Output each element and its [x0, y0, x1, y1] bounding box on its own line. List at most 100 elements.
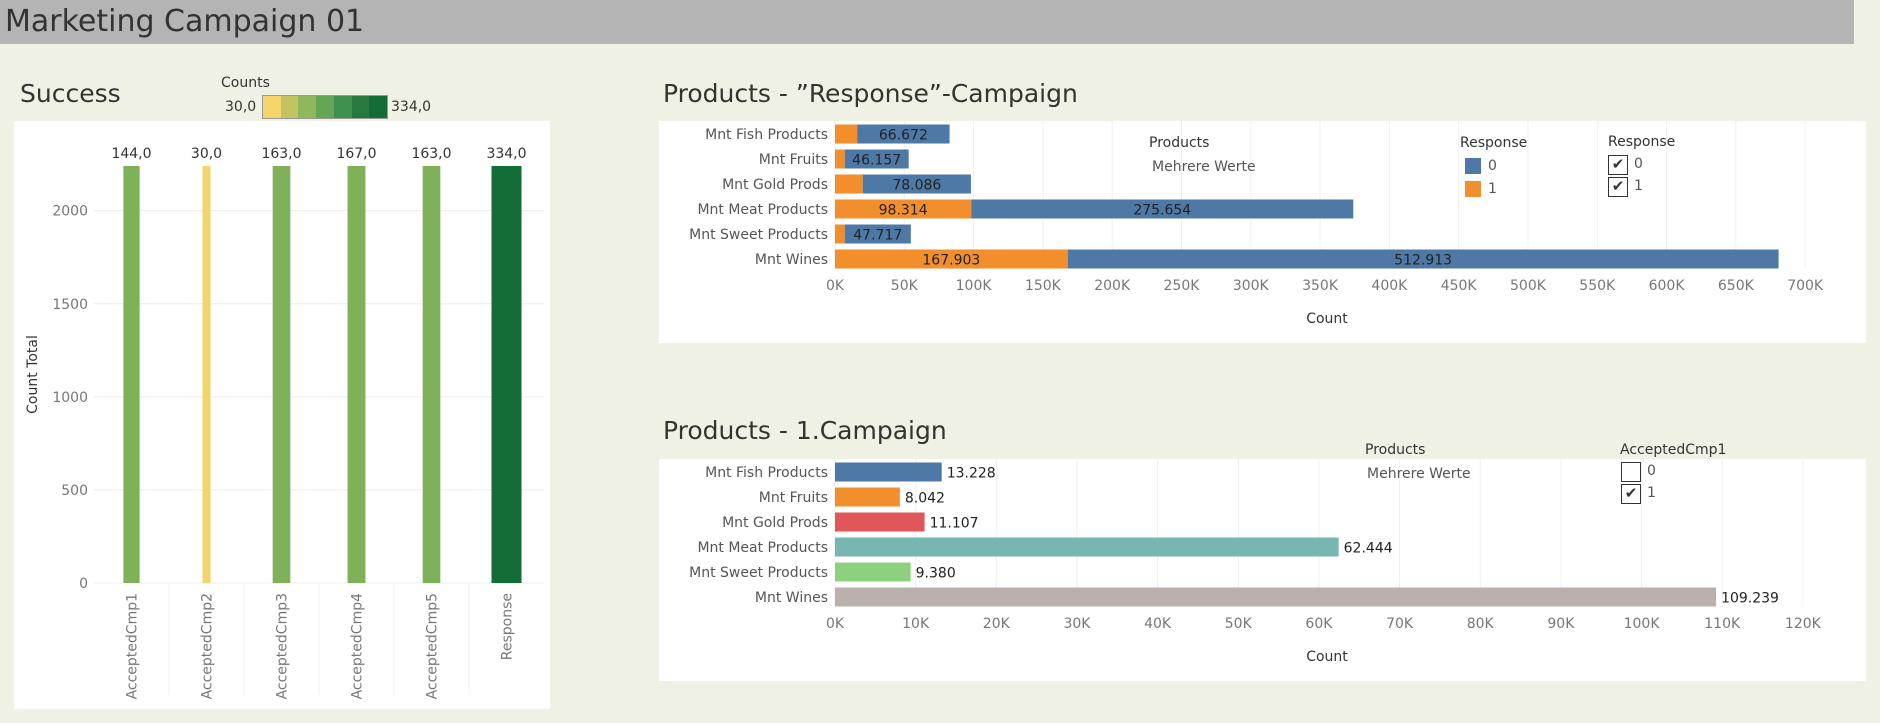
legend-swatch-response-0 — [1465, 158, 1481, 174]
campaign1-x-tick-label: 60K — [1305, 616, 1333, 632]
campaign1-filter-title: AcceptedCmp1 — [1620, 442, 1727, 458]
campaign1-bar-chart: 0K 10K 20K 30K 40K 50K 60K 70K 80K 90K 100K 110K 120… — [689, 459, 1822, 665]
success-chart-panel: 0 500 1000 1500 2000 Count Total 144,0 Accepted… — [14, 121, 550, 709]
campaign1-x-tick-label: 120K — [1785, 616, 1822, 632]
campaign1-bar-mnt-wines — [835, 587, 1717, 607]
campaign1-filter-checkbox-1[interactable]: ✔ — [1621, 484, 1641, 504]
response-x-tick-label: 700K — [1787, 278, 1824, 294]
response-data-label-mnt-sweet-products-series-0: 47.717 — [853, 228, 902, 244]
response-bar-mnt-fish-products-series-1 — [835, 124, 858, 144]
campaign1-x-axis-label: Count — [1306, 649, 1348, 665]
campaign1-y-tick-label-mnt-meat-products: Mnt Meat Products — [697, 540, 828, 556]
campaign1-y-tick-label-mnt-wines: Mnt Wines — [755, 590, 828, 606]
campaign1-y-tick-label-mnt-fruits: Mnt Fruits — [759, 490, 828, 506]
x-tick-label-acceptedcmp2: AcceptedCmp2 — [200, 593, 216, 699]
x-tick-label-response: Response — [500, 593, 516, 660]
bar-response — [491, 166, 522, 583]
legend-label-response-1: 1 — [1488, 181, 1497, 197]
counts-ramp-step-1 — [280, 96, 299, 118]
campaign1-chart-panel: 0K 10K 20K 30K 40K 50K 60K 70K 80K 90K 100K 110K 120… — [659, 442, 1866, 681]
y-tick-label: 1500 — [52, 297, 88, 313]
success-bar-chart: 0 500 1000 1500 2000 Count Total 144,0 Accepted… — [25, 146, 544, 700]
response-filter-label-1: 1 — [1634, 178, 1643, 194]
response-filter-label-0: 0 — [1634, 156, 1643, 172]
campaign1-bar-mnt-sweet-products — [835, 562, 911, 582]
response-filter-title: Response — [1608, 134, 1676, 150]
campaign1-x-tick-label: 50K — [1225, 616, 1253, 632]
y-axis-label: Count Total — [25, 335, 41, 414]
campaign1-data-label-mnt-fruits: 8.042 — [905, 491, 945, 507]
x-tick-label-acceptedcmp1: AcceptedCmp1 — [125, 593, 141, 699]
counts-ramp-step-6 — [369, 96, 388, 118]
response-chart-title: Products - ”Response”-Campaign — [663, 79, 1078, 108]
x-tick-label-acceptedcmp4: AcceptedCmp4 — [350, 593, 366, 700]
y-tick-label: 1000 — [52, 390, 88, 406]
response-data-label-mnt-fruits-series-0: 46.157 — [852, 153, 901, 169]
data-label-acceptedcmp2: 30,0 — [191, 146, 222, 162]
campaign1-x-tick-label: 20K — [983, 616, 1011, 632]
campaign1-filter-label-0: 0 — [1647, 463, 1656, 479]
counts-ramp-step-2 — [298, 96, 317, 118]
response-products-filter-title: Products — [1149, 135, 1210, 151]
response-y-tick-label-mnt-meat-products: Mnt Meat Products — [697, 202, 828, 218]
response-x-tick-label: 250K — [1164, 278, 1201, 294]
counts-color-ramp — [262, 95, 388, 119]
x-tick-label-acceptedcmp5: AcceptedCmp5 — [425, 593, 441, 699]
response-x-tick-label: 350K — [1302, 278, 1339, 294]
bar-acceptedcmp4 — [347, 166, 366, 583]
dashboard-title: Marketing Campaign 01 — [5, 4, 365, 39]
campaign1-chart-title: Products - 1.Campaign — [663, 416, 947, 445]
response-products-filter-value[interactable]: Mehrere Werte — [1152, 159, 1256, 175]
data-label-acceptedcmp3: 163,0 — [261, 146, 301, 162]
y-tick-label: 0 — [79, 576, 88, 592]
counts-ramp-step-5 — [351, 96, 370, 118]
response-x-axis-label: Count — [1306, 311, 1348, 327]
campaign1-x-tick-label: 110K — [1704, 616, 1741, 632]
response-bar-mnt-gold-prods-series-1 — [835, 174, 863, 194]
campaign1-x-tick-label: 90K — [1547, 616, 1575, 632]
legend-swatch-response-1 — [1465, 181, 1481, 197]
response-data-label-mnt-wines-series-0: 512.913 — [1394, 253, 1452, 269]
response-bar-mnt-fruits-series-1 — [835, 149, 845, 169]
counts-legend-min: 30,0 — [225, 99, 257, 115]
campaign1-filter-checkbox-0[interactable] — [1621, 462, 1641, 482]
response-x-tick-label: 650K — [1718, 278, 1755, 294]
campaign1-y-tick-label-mnt-gold-prods: Mnt Gold Prods — [722, 515, 828, 531]
campaign1-y-tick-label-mnt-fish-products: Mnt Fish Products — [705, 465, 828, 481]
counts-ramp-step-0 — [263, 96, 281, 118]
response-data-label-mnt-wines-series-1: 167.903 — [922, 253, 980, 269]
response-x-tick-label: 300K — [1233, 278, 1270, 294]
response-color-legend-title: Response — [1460, 135, 1528, 151]
response-y-tick-label-mnt-fruits: Mnt Fruits — [759, 152, 828, 168]
response-x-tick-label: 50K — [891, 278, 919, 294]
success-title: Success — [20, 79, 121, 108]
data-label-acceptedcmp5: 163,0 — [411, 146, 451, 162]
data-label-acceptedcmp4: 167,0 — [336, 146, 376, 162]
data-label-response: 334,0 — [486, 146, 526, 162]
response-y-tick-label-mnt-gold-prods: Mnt Gold Prods — [722, 177, 828, 193]
campaign1-y-tick-label-mnt-sweet-products: Mnt Sweet Products — [689, 565, 828, 581]
campaign1-products-filter-value[interactable]: Mehrere Werte — [1367, 466, 1471, 482]
bar-acceptedcmp2 — [202, 166, 211, 583]
campaign1-x-tick-label: 80K — [1467, 616, 1495, 632]
response-x-tick-label: 0K — [826, 278, 845, 294]
response-filter-checkbox-0[interactable]: ✔ — [1608, 155, 1628, 175]
y-tick-label: 2000 — [52, 204, 88, 220]
counts-legend-max: 334,0 — [391, 99, 432, 115]
campaign1-x-tick-label: 70K — [1386, 616, 1414, 632]
response-data-label-mnt-meat-products-series-1: 98.314 — [879, 203, 928, 219]
campaign1-filter-label-1: 1 — [1647, 485, 1656, 501]
campaign1-products-filter-title: Products — [1365, 442, 1426, 458]
response-data-label-mnt-gold-prods-series-0: 78.086 — [892, 178, 941, 194]
campaign1-bar-mnt-fish-products — [835, 462, 942, 482]
bar-acceptedcmp1 — [123, 166, 140, 583]
response-chart-panel: 0K 50K 100K 150K 200K 250K 300K 350K 400K 450K 500… — [659, 121, 1866, 343]
campaign1-data-label-mnt-gold-prods: 11.107 — [930, 516, 979, 532]
response-x-tick-label: 500K — [1510, 278, 1547, 294]
counts-legend-title: Counts — [221, 75, 270, 91]
bar-acceptedcmp5 — [422, 166, 441, 583]
campaign1-x-tick-label: 40K — [1144, 616, 1172, 632]
counts-ramp-step-3 — [316, 96, 334, 118]
response-filter-checkbox-1[interactable]: ✔ — [1608, 177, 1628, 197]
campaign1-bar-mnt-fruits — [835, 487, 900, 507]
